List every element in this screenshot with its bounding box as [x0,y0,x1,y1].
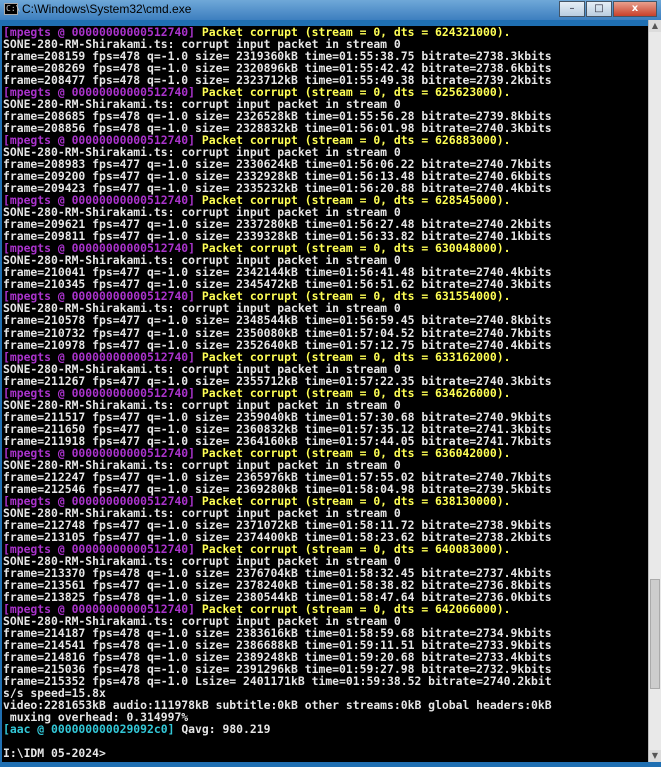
log-text: Qavg: 980.219 [181,722,271,737]
close-button[interactable]: x [613,1,657,17]
scroll-down-arrow-icon[interactable]: ▼ [649,750,661,762]
log-source-tag: [aac @ 000000000029092c0] [3,722,182,737]
cmd-icon: C:\ [4,3,21,15]
console-line: [aac @ 000000000029092c0] Qavg: 980.219 [3,723,270,735]
window-controls: – □ x [558,1,657,17]
scrollbar-thumb[interactable] [650,579,660,690]
scroll-up-arrow-icon[interactable]: ▲ [649,20,661,32]
console-line: I:\IDM 05-2024> [3,747,106,759]
vertical-scrollbar[interactable]: ▲ ▼ [648,20,661,762]
window-title: C:\Windows\System32\cmd.exe [22,2,192,16]
title-bar[interactable]: C:\ C:\Windows\System32\cmd.exe – □ x [0,0,661,20]
console-output[interactable]: [mpegts @ 00000000000512740] Packet corr… [2,26,648,762]
cmd-window: C:\ C:\Windows\System32\cmd.exe – □ x [m… [0,0,661,767]
maximize-button[interactable]: □ [586,1,612,17]
log-text: I:\IDM 05-2024> [3,746,106,761]
minimize-button[interactable]: – [559,1,585,17]
